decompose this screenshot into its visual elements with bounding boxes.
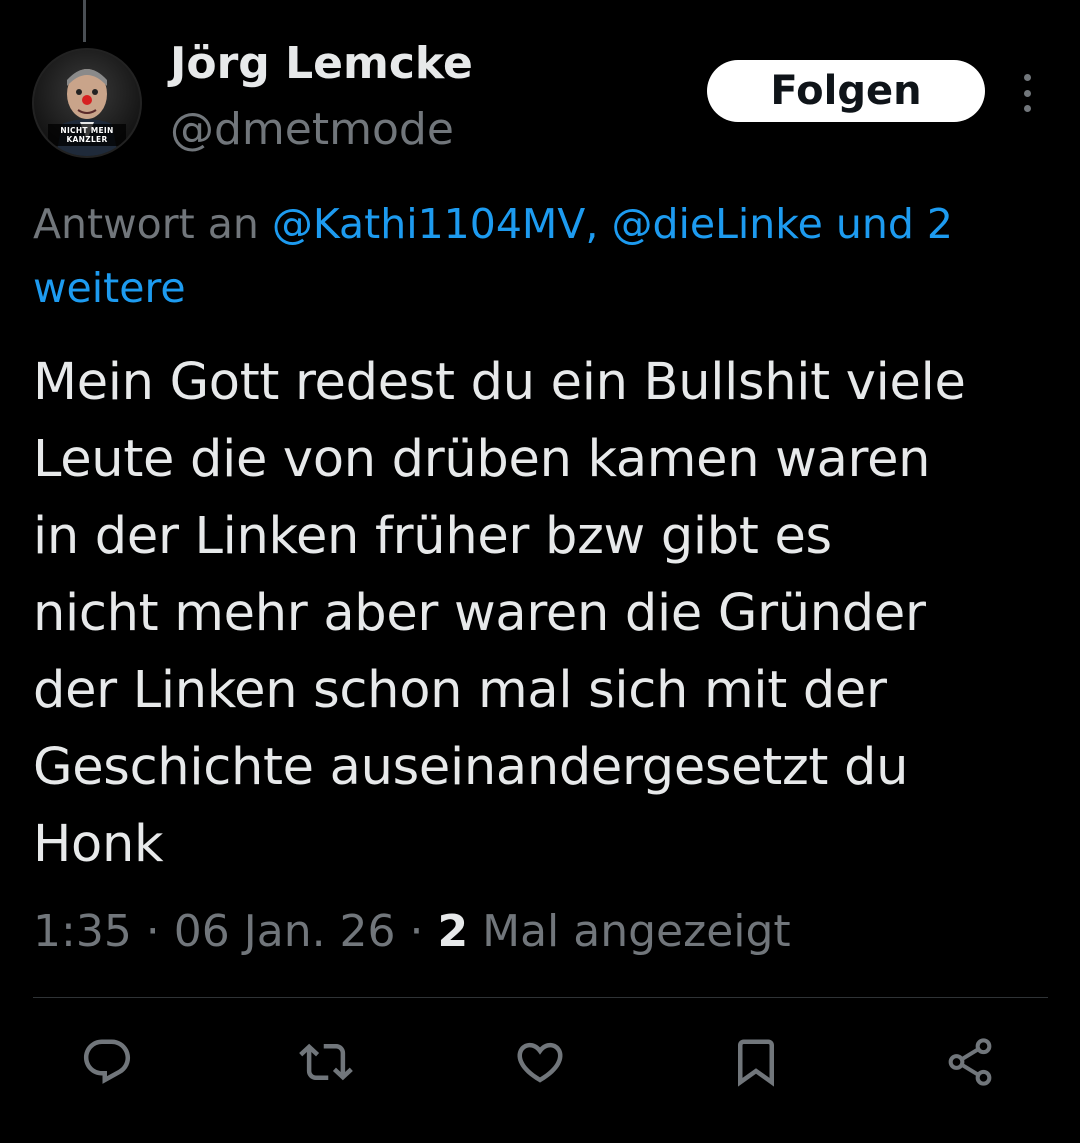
- share-button[interactable]: [940, 1030, 1000, 1094]
- avatar-caption: NICHT MEIN KANZLER: [34, 126, 140, 144]
- tweet-text-line: der Linken schon mal sich mit der: [33, 661, 887, 720]
- avatar[interactable]: NICHT MEIN KANZLER: [32, 48, 142, 158]
- author-handle[interactable]: @dmetmode: [170, 104, 454, 155]
- mention-link-1[interactable]: @Kathi1104MV,: [272, 200, 599, 248]
- like-button[interactable]: [510, 1030, 570, 1094]
- views-label: Mal angezeigt: [468, 906, 791, 957]
- tweet-text-line: Leute die von drüben kamen waren: [33, 430, 931, 489]
- tweet-text-line: Mein Gott redest du ein Bullshit viele: [33, 353, 966, 412]
- mention-link-2[interactable]: @dieLinke: [611, 200, 822, 248]
- follow-button[interactable]: Folgen: [707, 60, 985, 122]
- avatar-caption-line1: NICHT MEIN: [60, 126, 114, 135]
- reply-icon: [83, 1039, 131, 1084]
- reply-to-prefix: Antwort an: [33, 200, 272, 248]
- bookmark-button[interactable]: [726, 1030, 786, 1094]
- retweet-button[interactable]: [296, 1030, 356, 1094]
- bookmark-icon: [738, 1039, 774, 1087]
- tweet-meta: 1:35 · 06 Jan. 26 · 2 Mal angezeigt: [33, 902, 791, 962]
- meta-separator: ·: [131, 906, 174, 957]
- tweet-text-line: in der Linken früher bzw gibt es: [33, 507, 832, 566]
- author-display-name[interactable]: Jörg Lemcke: [170, 38, 473, 89]
- tweet-text-line: nicht mehr aber waren die Gründer: [33, 584, 926, 643]
- reply-button[interactable]: [77, 1030, 137, 1094]
- reply-to-line: Antwort an @Kathi1104MV, @dieLinke und 2: [33, 188, 1080, 260]
- tweet-text-line: Honk: [33, 815, 164, 874]
- tweet-text: Mein Gott redest du ein Bullshit viele L…: [33, 344, 1043, 883]
- tweet-date[interactable]: 06 Jan. 26: [174, 906, 396, 957]
- like-icon: [517, 1042, 563, 1083]
- action-bar: [0, 1030, 1080, 1094]
- tweet-time[interactable]: 1:35: [33, 906, 132, 957]
- views-count: 2: [437, 906, 469, 957]
- tweet-text-line: Geschichte auseinandergesetzt du: [33, 738, 909, 797]
- reply-to-more-link[interactable]: weitere: [33, 258, 186, 318]
- reply-to-connector[interactable]: und 2: [823, 200, 953, 248]
- meta-separator: ·: [395, 906, 438, 957]
- more-options-icon[interactable]: [1010, 70, 1044, 116]
- retweet-icon: [299, 1043, 353, 1081]
- divider: [33, 997, 1048, 998]
- share-icon: [948, 1038, 992, 1086]
- avatar-caption-line2: KANZLER: [66, 135, 108, 144]
- thread-connector-line: [83, 0, 86, 42]
